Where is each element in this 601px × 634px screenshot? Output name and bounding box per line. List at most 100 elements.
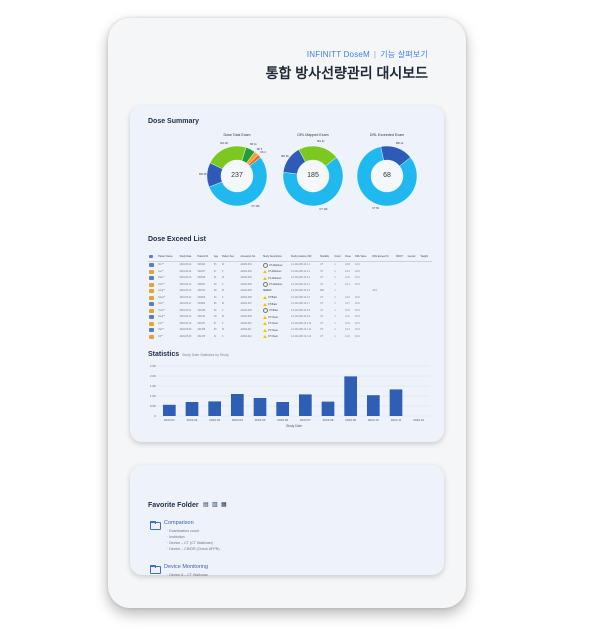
chart-add-icon[interactable]: ▥: [212, 501, 218, 508]
brand-name: INFINITT DoseM: [306, 50, 370, 59]
table-row[interactable]: Oh** 2024-05-09 001479 41 F A2024-012 CT Chest…: [148, 334, 432, 341]
column-header[interactable]: DRL Value: [354, 252, 372, 262]
study-description: CT Abdomen: [268, 284, 283, 287]
device-frame: INFINITT DoseM | 기능 살펴보기 통합 방사선량관리 대시보드 Do…: [108, 18, 466, 608]
table-cell: M: [221, 264, 224, 267]
y-tick-label: 1.0K: [150, 394, 156, 398]
folder-item[interactable]: · Institution: [167, 535, 185, 539]
modality-thumbnail-icon: [149, 282, 154, 287]
folder-item[interactable]: · Examination count: [167, 529, 199, 533]
folder-icon[interactable]: [150, 520, 161, 530]
column-header[interactable]: [148, 252, 158, 262]
folder-label[interactable]: Device Monitoring: [164, 564, 208, 570]
study-description: CT Brain: [268, 310, 278, 313]
x-axis-label: Study Date: [286, 424, 302, 428]
bar-2023.08[interactable]: [321, 401, 335, 416]
bar-2023.06[interactable]: [276, 402, 290, 416]
y-tick-label: 2.5K: [150, 364, 156, 368]
bar-2023.04[interactable]: [230, 394, 244, 416]
warning-icon: [262, 315, 267, 319]
bar-2023.11[interactable]: [389, 389, 403, 416]
table-cell: A2024-001: [240, 264, 252, 267]
modality-thumbnail-icon: [149, 289, 154, 294]
table-cell: 2024-05-09: [179, 335, 192, 338]
table-cell: F: [221, 335, 224, 338]
modality-thumbnail-icon: [149, 302, 154, 307]
column-header[interactable]: Dose: [344, 252, 355, 262]
x-tick-label: 2023.03: [209, 418, 220, 422]
brand-separator: |: [373, 50, 377, 59]
x-tick-label: 2023.01: [164, 418, 175, 422]
info-icon: [262, 308, 268, 314]
column-header[interactable]: DRL Exceed %: [371, 252, 396, 262]
statistics-bar-chart: 0 0.5K 1.0K 1.5K 2.0K 2.5K 2023.01 2023.02 2023.…: [150, 364, 430, 428]
table-cell: 10.0: [355, 335, 360, 338]
folder-label[interactable]: Comparison: [164, 520, 194, 526]
folder-item[interactable]: · Device A – CT Walkman: [167, 573, 208, 577]
column-header[interactable]: MDCT: [395, 252, 407, 262]
table-cell: [148, 262, 157, 269]
study-description: CT Chest: [267, 323, 278, 326]
table-cell: [407, 334, 420, 341]
donut-title-0: Dose Total Exam: [223, 133, 251, 137]
table-cell: [371, 262, 395, 269]
x-tick-label: 2023.12: [413, 418, 424, 422]
column-header[interactable]: Study Date: [178, 252, 197, 262]
column-header[interactable]: Age: [212, 252, 221, 262]
column-header[interactable]: Patient ID: [196, 252, 213, 262]
modality-thumbnail-icon: [149, 263, 154, 268]
table-cell: CT: [320, 264, 324, 267]
dashboard-card: Dose Summary Dose Total Exam CT 116 MR 28 M…: [130, 106, 444, 442]
bar-2023.03[interactable]: [208, 401, 222, 416]
favorite-folder-card: Favorite Folder ▤ ▥ ▦ Comparison · Examin…: [130, 465, 444, 577]
column-header[interactable]: Study Description: [261, 252, 290, 262]
bar-2023.10[interactable]: [366, 395, 380, 416]
column-header[interactable]: Patient Name: [157, 252, 179, 262]
modality-thumbnail-icon: [149, 315, 154, 320]
table-cell: CT Chest: [262, 334, 290, 341]
modality-thumbnail-icon: [149, 276, 154, 281]
type-icon: [149, 254, 153, 258]
table-cell: 11.6: [345, 335, 350, 338]
study-description: SERIES: [262, 290, 272, 293]
bar-2023.09[interactable]: [344, 376, 358, 416]
column-header[interactable]: Study Instance UID: [289, 252, 320, 262]
x-tick-label: 2023.06: [277, 418, 288, 422]
column-header[interactable]: Count: [333, 252, 345, 262]
info-icon: [262, 262, 268, 268]
folder-item[interactable]: · Device – CT (CT Walkman): [167, 541, 213, 545]
column-header[interactable]: Accession No.: [239, 252, 262, 262]
modality-thumbnail-icon: [149, 308, 154, 313]
study-description: CT Abdomen: [268, 264, 283, 267]
table-cell: 53: [213, 264, 217, 267]
modality-thumbnail-icon: [149, 321, 154, 326]
bar-2023.05[interactable]: [253, 398, 267, 416]
column-header[interactable]: Patient Sex: [220, 252, 240, 262]
column-header[interactable]: Modality: [319, 252, 334, 262]
folder-icon[interactable]: [150, 564, 161, 574]
info-icon: [262, 282, 268, 288]
bar-2023.01[interactable]: [162, 404, 176, 416]
column-header[interactable]: Weight: [419, 252, 432, 262]
table-cell: [148, 334, 157, 341]
table-cell: Kim**: [158, 264, 164, 267]
column-header[interactable]: Gender: [406, 252, 420, 262]
table-cell: [407, 262, 420, 269]
table-header-row: Patient Name Study Date Patient ID Age Patie…: [148, 252, 432, 262]
table-cell: 1: [334, 335, 336, 338]
modality-thumbnail-icon: [149, 295, 154, 300]
chart-icon[interactable]: ▤: [203, 501, 209, 508]
table-cell: [420, 334, 432, 341]
warning-icon: [262, 296, 267, 300]
donut-total-2: 68: [383, 172, 391, 179]
bar-2023.02[interactable]: [185, 402, 199, 416]
table-cell: [371, 334, 395, 341]
folder-item[interactable]: · Device – CR/DR (Check AFPR): [167, 547, 220, 551]
table-row[interactable]: Kim** 2024-05-14 000342 53 M A2024-001 CT Abdo…: [148, 262, 432, 269]
bar-2023.07[interactable]: [298, 394, 312, 416]
dose-exceed-title: Dose Exceed List: [148, 236, 206, 243]
statistics-title: Statistics: [148, 351, 180, 358]
table-cell: 000342: [197, 264, 206, 267]
modality-thumbnail-icon: [149, 334, 154, 339]
grid-icon[interactable]: ▦: [221, 501, 227, 508]
